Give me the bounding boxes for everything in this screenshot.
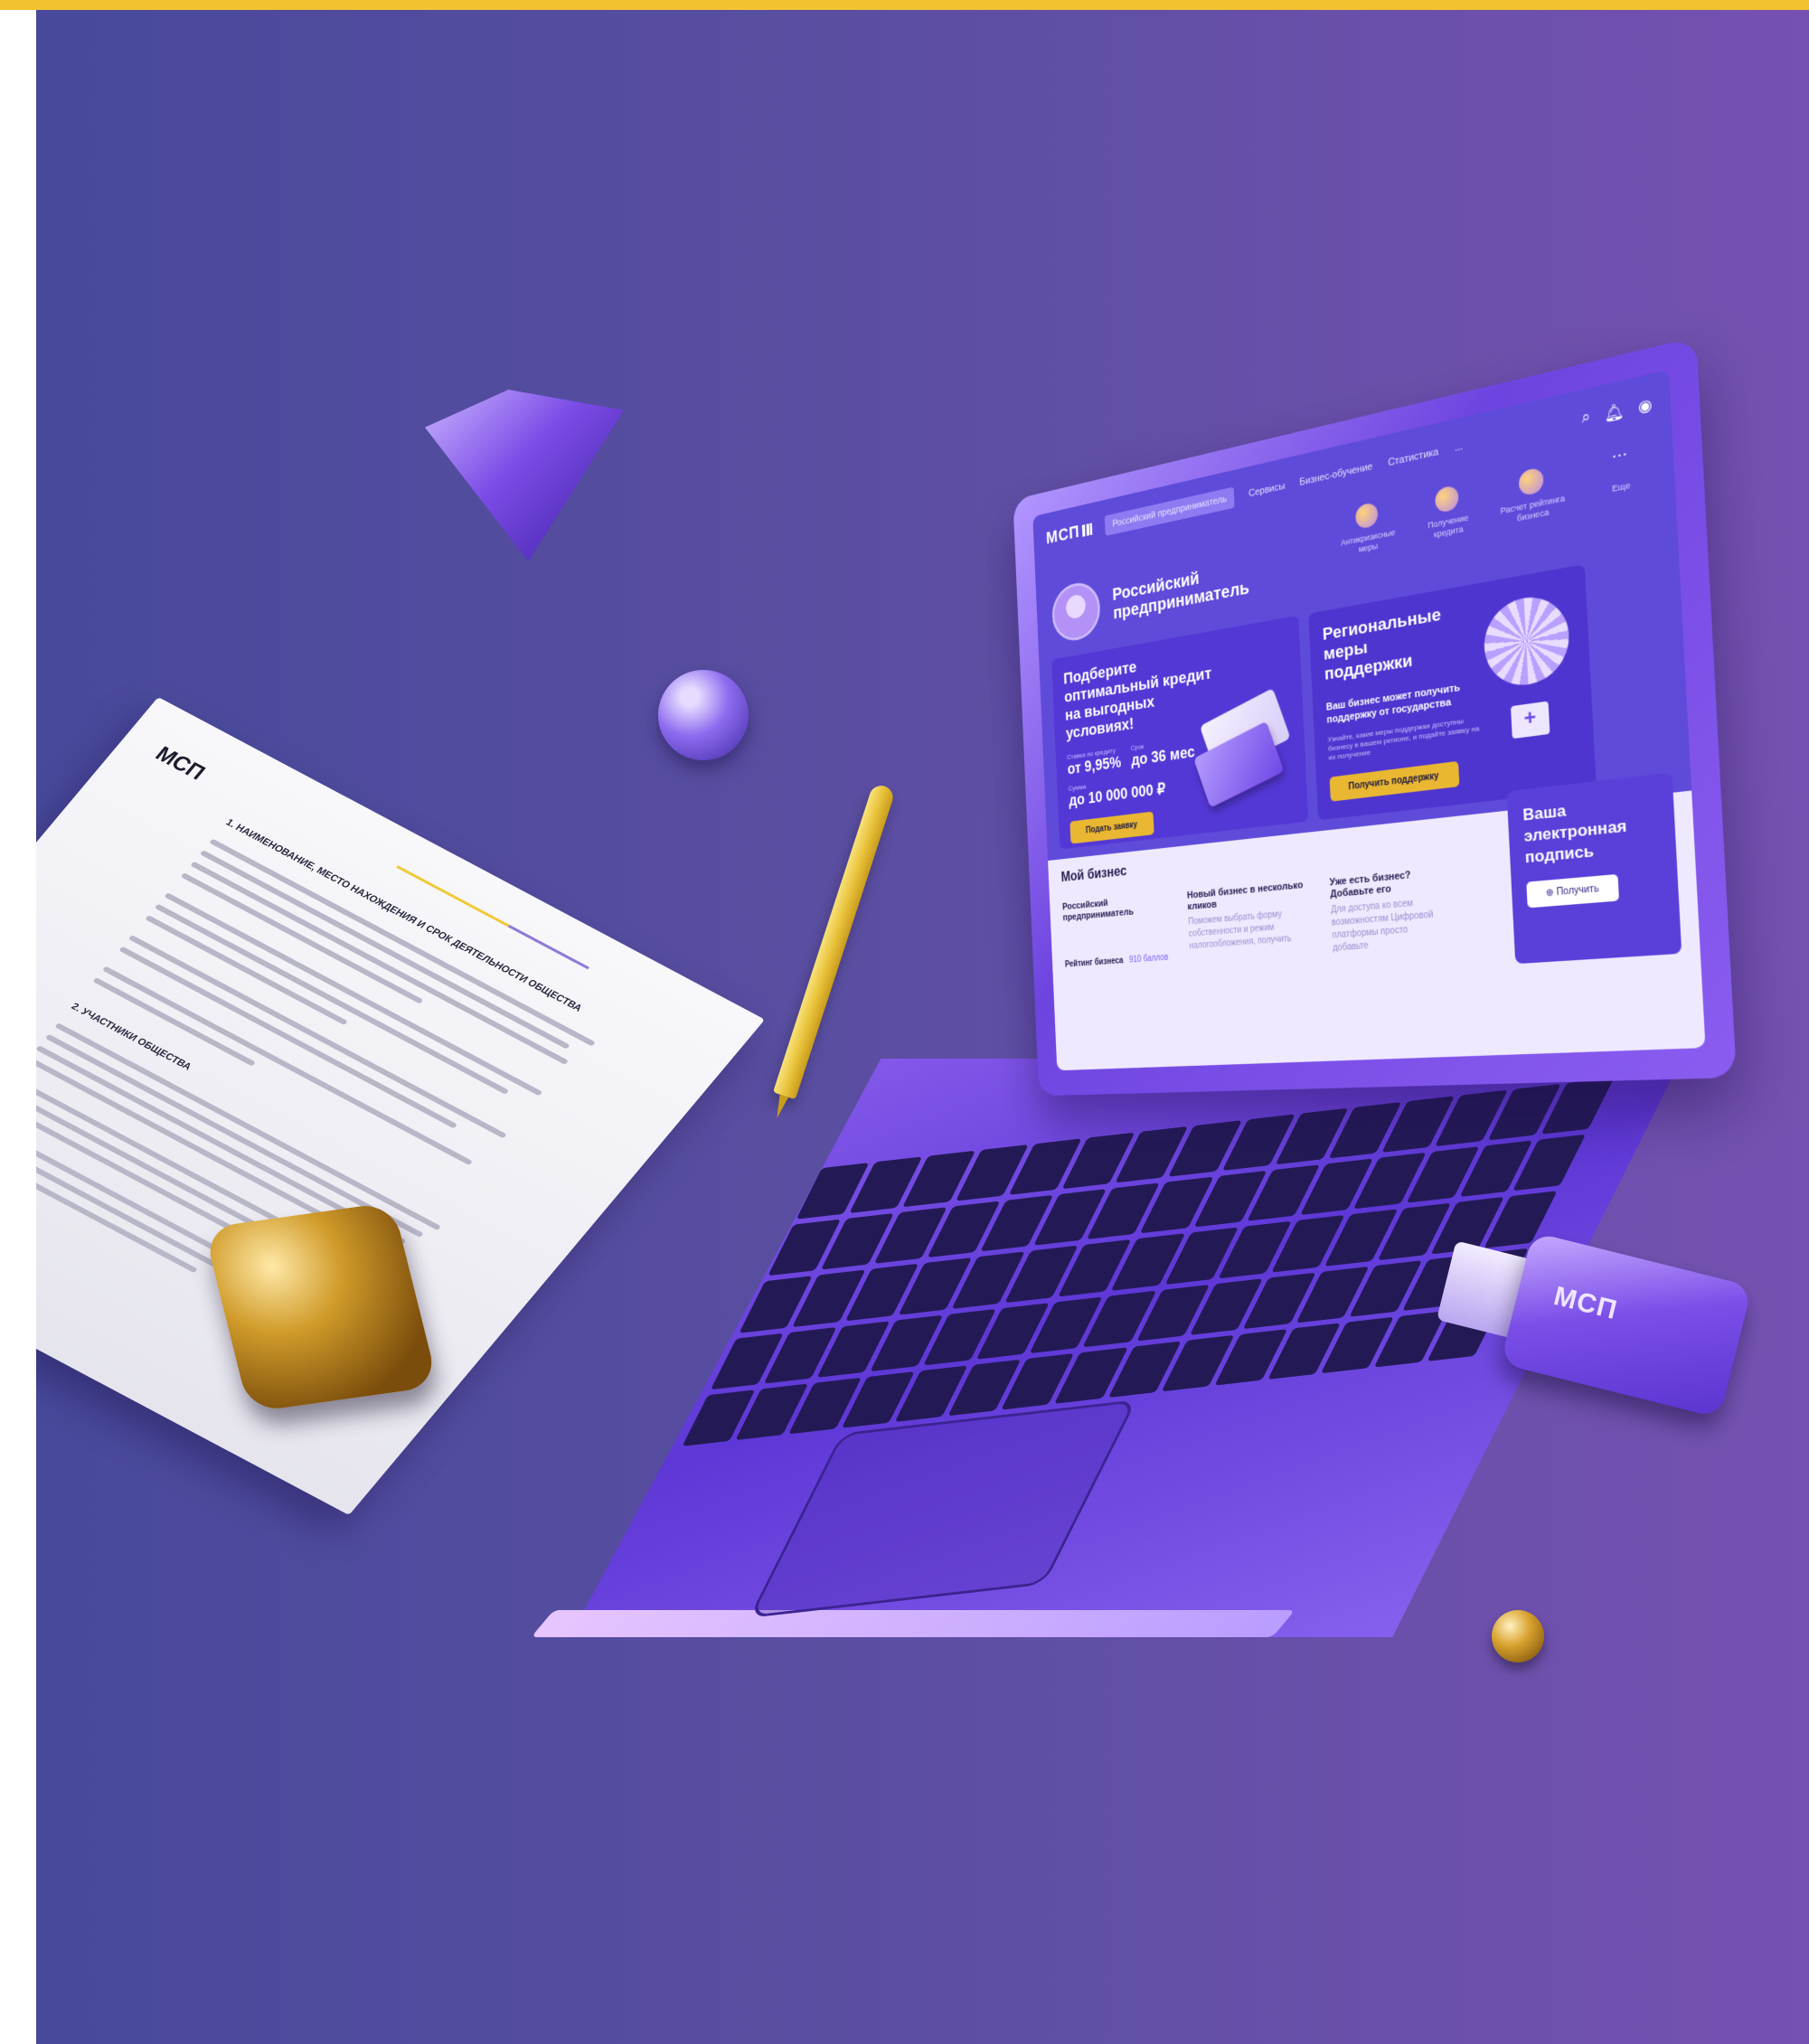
site-logo[interactable]: МСП — [1046, 519, 1093, 548]
top-accent-bar — [0, 0, 1809, 10]
profile-name: Российский предприниматель — [1112, 569, 1250, 624]
charter-document: МСП 1. НАИМЕНОВАНИЕ, МЕСТО НАХОЖДЕНИЯ И … — [36, 697, 766, 1516]
pin-icon — [1354, 501, 1379, 531]
doc-accent-line-2 — [507, 924, 589, 970]
credit-offer-card[interactable]: Подберите оптимальный кредит на выгодных… — [1051, 615, 1309, 850]
nav-item-education[interactable]: Бизнес-обучение — [1299, 461, 1372, 488]
more-icon: ⋯ — [1611, 446, 1628, 466]
profile-avatar[interactable] — [1051, 579, 1102, 645]
bell-icon[interactable]: 🔔︎ — [1604, 400, 1625, 425]
star-icon — [1518, 466, 1544, 497]
get-signature-button[interactable]: ⊕ Получить — [1526, 873, 1620, 909]
bank-cards-illustration — [1193, 680, 1296, 808]
card-icon — [1434, 485, 1459, 514]
e-signature-card[interactable]: Ваша электронная подпись ⊕ Получить — [1506, 772, 1682, 965]
business-column-profile[interactable]: Российский предприниматель Рейтинг бизне… — [1062, 891, 1179, 969]
quick-action-anticrisis[interactable]: Антикризисные меры — [1336, 497, 1399, 559]
nav-item-more[interactable]: ... — [1455, 441, 1464, 454]
business-column-add[interactable]: Уже есть бизнес? Добавьте его Для доступ… — [1329, 867, 1445, 956]
nav-item-services[interactable]: Сервисы — [1248, 481, 1286, 500]
regional-support-card[interactable]: Региональные меры поддержки Ваш бизнес м… — [1308, 563, 1597, 821]
nav-item-active[interactable]: Российский предприниматель — [1105, 486, 1236, 536]
purple-sphere-object — [658, 670, 749, 760]
quick-action-credit[interactable]: Получение кредита — [1415, 480, 1480, 543]
laptop-screen: МСП Российский предприниматель Сервисы Б… — [1032, 369, 1706, 1071]
hero-scene: МСП Российский предприниматель Сервисы Б… — [36, 10, 1809, 2044]
purple-gem-object — [425, 390, 624, 561]
apply-button[interactable]: Подать заявку — [1069, 811, 1154, 844]
business-column-new[interactable]: Новый бизнес в несколько кликов Поможем … — [1187, 879, 1316, 953]
signature-title: Ваша электронная подпись — [1522, 801, 1627, 867]
gold-ball-object — [1492, 1610, 1544, 1663]
regional-title: Региональные меры поддержки — [1322, 605, 1442, 684]
document-logo: МСП — [150, 742, 211, 785]
usb-body — [1500, 1231, 1753, 1418]
nav-item-statistics[interactable]: Статистика — [1388, 447, 1439, 469]
get-support-button[interactable]: Получить поддержку — [1329, 760, 1459, 802]
air-balloon-illustration — [1482, 590, 1575, 748]
business-rating: Рейтинг бизнеса 910 баллов — [1064, 952, 1169, 970]
user-avatar-icon[interactable]: ◉ — [1637, 394, 1654, 417]
laptop-base-edge — [531, 1610, 1296, 1637]
quick-action-rating[interactable]: Расчет рейтинга бизнеса — [1498, 462, 1567, 527]
quick-action-more[interactable]: ⋯ Еще — [1585, 443, 1657, 510]
search-icon[interactable]: ⌕ — [1581, 409, 1591, 430]
laptop-lid: МСП Российский предприниматель Сервисы Б… — [1013, 336, 1737, 1097]
yellow-pen-object — [773, 782, 896, 1100]
my-business-title: Мой бизнес — [1060, 863, 1127, 885]
